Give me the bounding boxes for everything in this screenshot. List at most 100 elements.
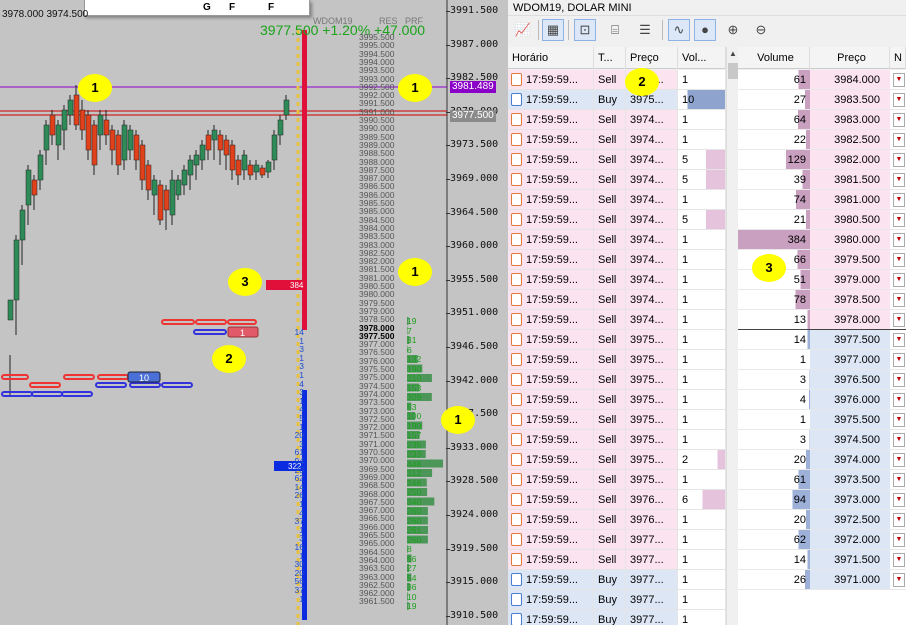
level-dropdown[interactable]: ▼ xyxy=(890,150,906,170)
level-dropdown[interactable]: ▼ xyxy=(890,550,906,570)
level-dropdown[interactable]: ▼ xyxy=(890,310,906,330)
trade-row[interactable]: 17:59:59...Sell3974...1 xyxy=(508,310,726,330)
trades-scrollbar[interactable]: ▲ xyxy=(726,47,738,625)
trade-row[interactable]: 17:59:59... Buy 3977... 1 xyxy=(508,610,726,625)
col-type-header[interactable]: T... xyxy=(594,47,626,69)
chevron-down-icon[interactable]: ▼ xyxy=(893,173,905,187)
trade-row[interactable]: 17:59:59...Sell3974...1 xyxy=(508,250,726,270)
toolbar-f2-button[interactable]: F xyxy=(268,2,274,13)
ask-level-row[interactable]: 384 3980.000 ▼ xyxy=(738,230,906,250)
chevron-down-icon[interactable]: ▼ xyxy=(893,333,905,347)
level-dropdown[interactable]: ▼ xyxy=(890,190,906,210)
chevron-down-icon[interactable]: ▼ xyxy=(893,193,905,207)
market-depth-window[interactable]: WDOM19, DOLAR MINI 📈 ▦ ⊡ ⌸ ☰ ∿ ● ⊕ ⊖ Hor… xyxy=(508,0,906,625)
ask-level-row[interactable]: 27 3983.500 ▼ xyxy=(738,90,906,110)
bid-level-row[interactable]: 14 3971.500 ▼ xyxy=(738,550,906,570)
ask-level-row[interactable]: 22 3982.500 ▼ xyxy=(738,130,906,150)
trade-row[interactable]: 17:59:59... Buy 3975... 10 xyxy=(508,90,726,110)
trade-row[interactable]: 17:59:59...Sell3974...1 xyxy=(508,270,726,290)
level-dropdown[interactable]: ▼ xyxy=(890,490,906,510)
level-dropdown[interactable]: ▼ xyxy=(890,350,906,370)
chevron-down-icon[interactable]: ▼ xyxy=(893,113,905,127)
bid-level-row[interactable]: 3 3974.500 ▼ xyxy=(738,430,906,450)
level-dropdown[interactable]: ▼ xyxy=(890,90,906,110)
level-dropdown[interactable]: ▼ xyxy=(890,410,906,430)
level-dropdown[interactable]: ▼ xyxy=(890,130,906,150)
level-dropdown[interactable]: ▼ xyxy=(890,570,906,590)
col-price-header[interactable]: Preço xyxy=(626,47,678,69)
chevron-down-icon[interactable]: ▼ xyxy=(893,373,905,387)
chevron-down-icon[interactable]: ▼ xyxy=(893,273,905,287)
chart-icon[interactable]: 📈 xyxy=(512,19,534,41)
chevron-down-icon[interactable]: ▼ xyxy=(893,253,905,267)
trade-row[interactable]: 17:59:59... Sell 3976... 6 xyxy=(508,490,726,510)
chevron-down-icon[interactable]: ▼ xyxy=(893,133,905,147)
level-dropdown[interactable]: ▼ xyxy=(890,370,906,390)
ask-level-row[interactable]: 13 3978.000 ▼ xyxy=(738,310,906,330)
order-book[interactable]: 61 3984.000 ▼ 27 3983.500 ▼ 64 3983.000 ▼ 22 3982.… xyxy=(738,70,906,625)
trade-row[interactable]: 17:59:59... Sell 3974... 5 xyxy=(508,150,726,170)
trade-row[interactable]: 17:59:59...Sell3974...1 xyxy=(508,290,726,310)
list-icon[interactable]: ☰ xyxy=(634,19,656,41)
bid-level-row[interactable]: 61 3973.500 ▼ xyxy=(738,470,906,490)
trade-row[interactable]: 17:59:59... Sell 3975... 1 xyxy=(508,330,726,350)
level-dropdown[interactable]: ▼ xyxy=(890,450,906,470)
trade-row[interactable]: 17:59:59... Sell 3975... 2 xyxy=(508,450,726,470)
trade-row[interactable]: 17:59:59...Sell3974...1 xyxy=(508,110,726,130)
chevron-down-icon[interactable]: ▼ xyxy=(893,293,905,307)
level-dropdown[interactable]: ▼ xyxy=(890,230,906,250)
ask-level-row[interactable]: 64 3983.000 ▼ xyxy=(738,110,906,130)
chevron-down-icon[interactable]: ▼ xyxy=(893,553,905,567)
zoom-out-icon[interactable]: ⊖ xyxy=(750,19,772,41)
bid-level-row[interactable]: 20 3974.000 ▼ xyxy=(738,450,906,470)
col-depth-price-header[interactable]: Preço xyxy=(810,47,890,69)
screenshot-icon[interactable]: ⊡ xyxy=(574,19,596,41)
bid-level-row[interactable]: 3 3976.500 ▼ xyxy=(738,370,906,390)
trade-row[interactable]: 17:59:59... Sell 3975... 1 xyxy=(508,470,726,490)
chevron-down-icon[interactable]: ▼ xyxy=(893,93,905,107)
chevron-down-icon[interactable]: ▼ xyxy=(893,313,905,327)
trade-row[interactable]: 17:59:59...Sell3974...1 xyxy=(508,230,726,250)
chevron-down-icon[interactable]: ▼ xyxy=(893,353,905,367)
chart-canvas[interactable]: 110384322 xyxy=(0,0,508,625)
trade-row[interactable]: 17:59:59... Sell 3977... 1 xyxy=(508,530,726,550)
trade-row[interactable]: 17:59:59... Sell 3977... 1 xyxy=(508,550,726,570)
level-dropdown[interactable]: ▼ xyxy=(890,70,906,90)
chevron-down-icon[interactable]: ▼ xyxy=(893,533,905,547)
chevron-down-icon[interactable]: ▼ xyxy=(893,233,905,247)
zoom-in-icon[interactable]: ⊕ xyxy=(722,19,744,41)
table-icon[interactable]: ▦ xyxy=(542,19,564,41)
level-dropdown[interactable]: ▼ xyxy=(890,250,906,270)
level-dropdown[interactable]: ▼ xyxy=(890,110,906,130)
chevron-down-icon[interactable]: ▼ xyxy=(893,573,905,587)
trade-row[interactable]: 17:59:59... Sell 3974... 5 xyxy=(508,170,726,190)
chevron-down-icon[interactable]: ▼ xyxy=(893,513,905,527)
trade-row[interactable]: 17:59:59... Buy 3977... 1 xyxy=(508,590,726,610)
ask-level-row[interactable]: 78 3978.500 ▼ xyxy=(738,290,906,310)
toolbar-g-button[interactable]: G xyxy=(203,2,211,13)
trade-row[interactable]: 17:59:59... Sell 3975... 1 xyxy=(508,410,726,430)
chevron-down-icon[interactable]: ▼ xyxy=(893,413,905,427)
level-dropdown[interactable]: ▼ xyxy=(890,530,906,550)
trade-row[interactable]: 17:59:59... Sell 3974... 5 xyxy=(508,210,726,230)
bid-level-row[interactable]: 1 3975.500 ▼ xyxy=(738,410,906,430)
scroll-up-icon[interactable]: ▲ xyxy=(729,49,737,58)
ask-level-row[interactable]: 21 3980.500 ▼ xyxy=(738,210,906,230)
bid-level-row[interactable]: 4 3976.000 ▼ xyxy=(738,390,906,410)
chevron-down-icon[interactable]: ▼ xyxy=(893,473,905,487)
level-dropdown[interactable]: ▼ xyxy=(890,390,906,410)
level-dropdown[interactable]: ▼ xyxy=(890,170,906,190)
col-n-header[interactable]: N xyxy=(890,47,906,69)
level-dropdown[interactable]: ▼ xyxy=(890,290,906,310)
trade-row[interactable]: 17:59:59...Sell3974...1 xyxy=(508,130,726,150)
trade-row[interactable]: 17:59:59... Sell 3975... 1 xyxy=(508,350,726,370)
level-dropdown[interactable]: ▼ xyxy=(890,510,906,530)
chevron-down-icon[interactable]: ▼ xyxy=(893,73,905,87)
chevron-down-icon[interactable]: ▼ xyxy=(893,433,905,447)
price-chart[interactable]: 1 10 384 322 G F F 3978.000 3974.500 WDOM19… xyxy=(0,0,508,625)
level-dropdown[interactable]: ▼ xyxy=(890,210,906,230)
cylinder-icon[interactable]: ⌸ xyxy=(604,19,626,41)
chevron-down-icon[interactable]: ▼ xyxy=(893,493,905,507)
trade-row[interactable]: 17:59:59...Sell3974...1 xyxy=(508,190,726,210)
trade-row[interactable]: 17:59:59... Sell 3976... 1 xyxy=(508,510,726,530)
